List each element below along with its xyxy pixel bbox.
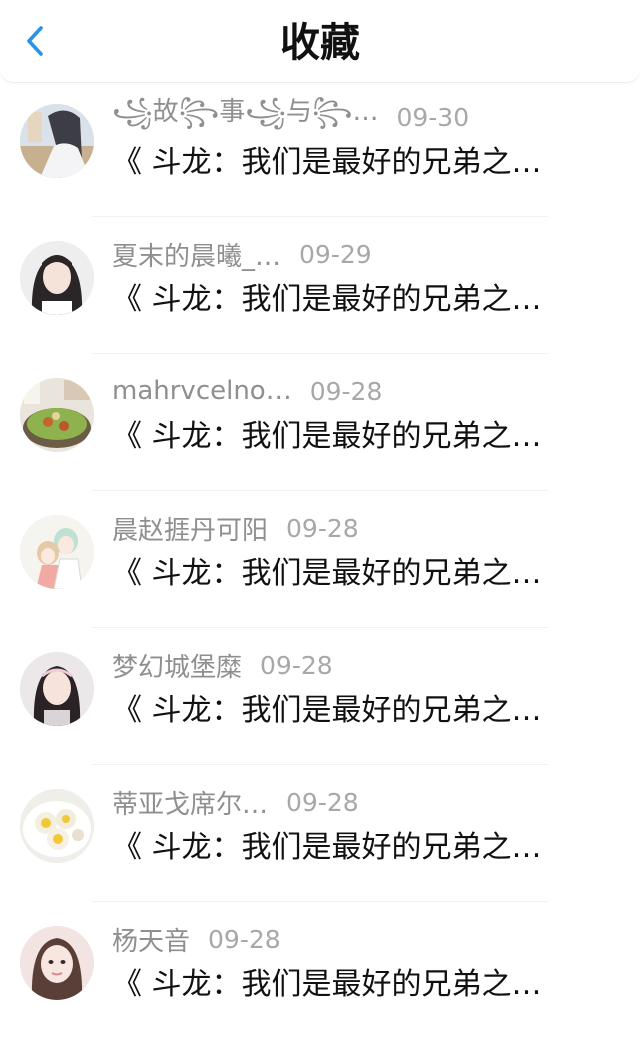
item-meta: 蒂亚戈席尔… 09-28: [112, 784, 359, 820]
item-date: 09-29: [299, 239, 372, 269]
avatar-girl-headband-icon[interactable]: [20, 652, 94, 726]
list-item[interactable]: 蒂亚戈席尔… 09-28 《 斗龙：我们是最好的兄弟之…: [0, 765, 640, 902]
item-date: 09-28: [286, 513, 359, 543]
item-meta: 夏末的晨曦_… 09-29: [112, 236, 372, 272]
author-name[interactable]: 梦幻城堡糜: [112, 647, 242, 684]
list-item[interactable]: 杨天音 09-28 《 斗龙：我们是最好的兄弟之…: [0, 902, 640, 1039]
item-date: 09-28: [208, 924, 281, 954]
avatar-food-bowl-icon[interactable]: [20, 378, 94, 452]
item-meta: 晨赵捱丹可阳 09-28: [112, 510, 359, 546]
list-item[interactable]: mahrvcelno… 09-28 《 斗龙：我们是最好的兄弟之…: [0, 354, 640, 491]
page-title: 收藏: [280, 20, 360, 66]
item-title[interactable]: 《 斗龙：我们是最好的兄弟之…: [112, 965, 587, 1005]
author-name[interactable]: mahrvcelno…: [112, 376, 292, 406]
item-date: 09-28: [286, 787, 359, 817]
item-title[interactable]: 《 斗龙：我们是最好的兄弟之…: [112, 691, 587, 731]
item-meta: ꧁故꧂事꧁与꧂… 09-30: [112, 97, 470, 135]
author-name[interactable]: 蒂亚戈席尔…: [112, 784, 268, 821]
top-navigation-bar: 收藏: [0, 0, 640, 83]
item-date: 09-28: [309, 376, 383, 406]
avatar-girl-selfie-icon[interactable]: [20, 926, 94, 1000]
item-date: 09-28: [260, 650, 333, 680]
author-name[interactable]: 杨天音: [112, 921, 190, 958]
author-name[interactable]: 夏末的晨曦_…: [112, 236, 281, 273]
avatar-anime-girl-icon[interactable]: [20, 104, 94, 178]
favorites-list: ꧁故꧂事꧁与꧂… 09-30 《 斗龙：我们是最好的兄弟之… 夏末的晨曦_… 0…: [0, 80, 640, 1039]
item-title[interactable]: 《 斗龙：我们是最好的兄弟之…: [112, 417, 587, 457]
list-item[interactable]: 夏末的晨曦_… 09-29 《 斗龙：我们是最好的兄弟之…: [0, 217, 640, 354]
list-item[interactable]: ꧁故꧂事꧁与꧂… 09-30 《 斗龙：我们是最好的兄弟之…: [0, 80, 640, 217]
list-item[interactable]: 梦幻城堡糜 09-28 《 斗龙：我们是最好的兄弟之…: [0, 628, 640, 765]
avatar-food-plate-icon[interactable]: [20, 789, 94, 863]
item-title[interactable]: 《 斗龙：我们是最好的兄弟之…: [112, 554, 587, 594]
item-meta: 梦幻城堡糜 09-28: [112, 647, 333, 683]
item-title[interactable]: 《 斗龙：我们是最好的兄弟之…: [112, 143, 587, 183]
item-meta: 杨天音 09-28: [112, 921, 281, 957]
item-meta: mahrvcelno… 09-28: [112, 373, 382, 409]
author-name[interactable]: ꧁故꧂事꧁与꧂…: [112, 91, 378, 144]
list-item[interactable]: 晨赵捱丹可阳 09-28 《 斗龙：我们是最好的兄弟之…: [0, 491, 640, 628]
item-title[interactable]: 《 斗龙：我们是最好的兄弟之…: [112, 828, 587, 868]
avatar-anime-couple-icon[interactable]: [20, 515, 94, 589]
item-date: 09-30: [396, 102, 470, 132]
item-title[interactable]: 《 斗龙：我们是最好的兄弟之…: [112, 280, 587, 320]
avatar-girl-portrait-icon[interactable]: [20, 241, 94, 315]
author-name[interactable]: 晨赵捱丹可阳: [112, 510, 268, 547]
